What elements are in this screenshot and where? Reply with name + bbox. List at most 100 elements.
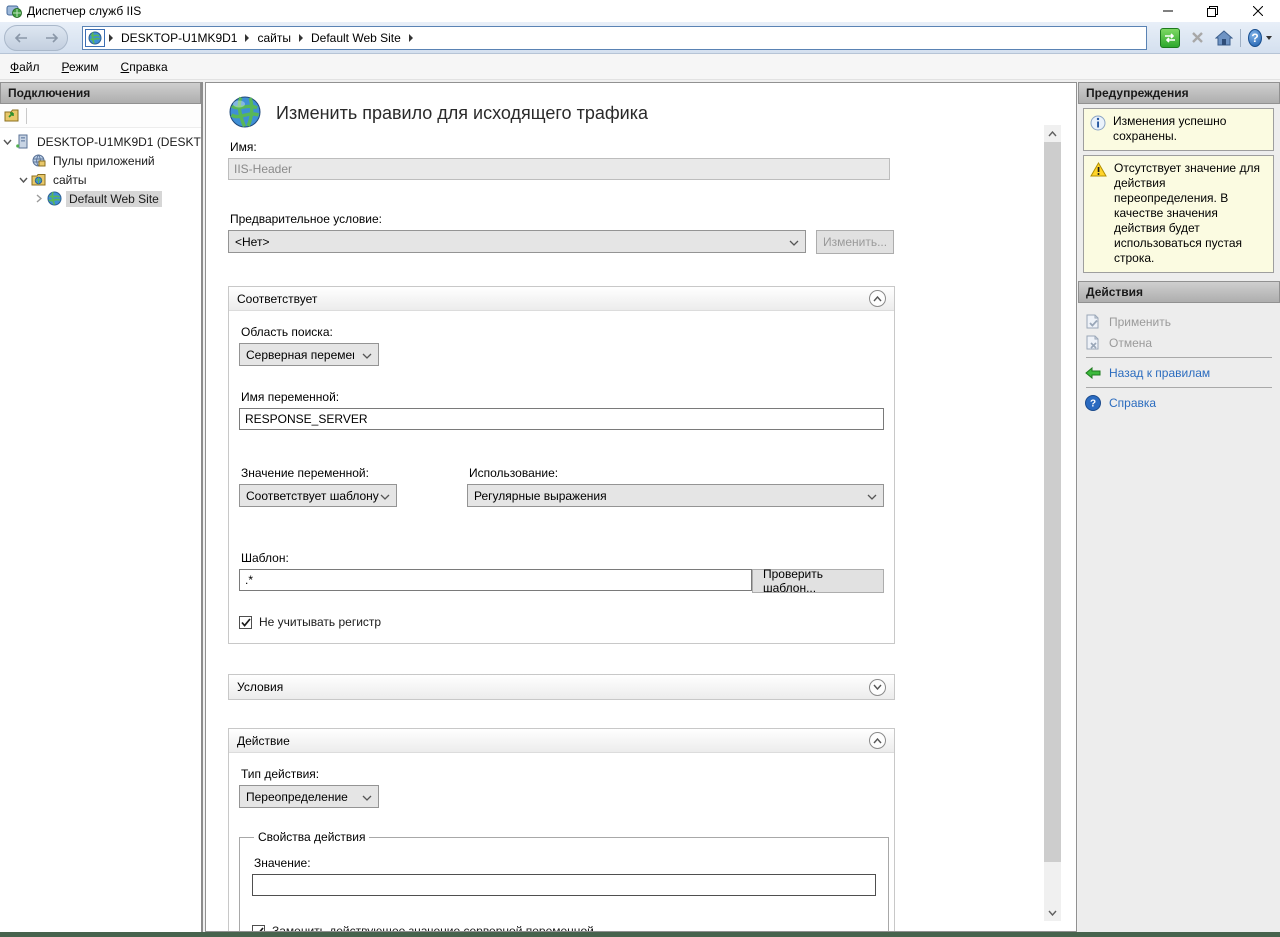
- tree-label-server[interactable]: DESKTOP-U1MK9D1 (DESKTOP: [34, 134, 201, 150]
- action-properties-legend: Свойства действия: [254, 830, 369, 844]
- info-alert: Изменения успешно сохранены.: [1083, 108, 1274, 151]
- tree-item-server[interactable]: DESKTOP-U1MK9D1 (DESKTOP: [0, 132, 201, 151]
- page-title: Изменить правило для исходящего трафика: [276, 103, 648, 124]
- tree-item-sites[interactable]: сайты: [0, 170, 201, 189]
- toolbar-separator: [1240, 29, 1241, 47]
- breadcrumb: DESKTOP-U1MK9D1 сайты Default Web Site: [82, 26, 1147, 50]
- refresh-icon: [1160, 28, 1180, 48]
- using-value: Регулярные выражения: [474, 489, 607, 503]
- actions-separator: [1086, 387, 1272, 388]
- breadcrumb-item-default-web-site[interactable]: Default Web Site: [307, 31, 405, 45]
- action-type-value: Переопределение: [246, 790, 348, 804]
- restore-button[interactable]: [1190, 0, 1235, 22]
- app-icon: [6, 3, 22, 19]
- cancel-label: Отмена: [1109, 336, 1152, 350]
- scope-value: Серверная переменн: [246, 348, 354, 362]
- pattern-input[interactable]: [239, 569, 752, 591]
- scrollbar-thumb[interactable]: [1044, 142, 1061, 862]
- conditions-section-title: Условия: [237, 680, 283, 694]
- breadcrumb-item-sites[interactable]: сайты: [253, 31, 295, 45]
- chevron-down-icon: [867, 489, 877, 503]
- server-icon: [14, 134, 30, 150]
- connections-toolbar: [0, 104, 201, 128]
- connections-panel: Подключения DESKTOP-U1MK9D1 (DESKTOP: [0, 82, 203, 932]
- close-button[interactable]: [1235, 0, 1280, 22]
- chevron-collapsed-icon[interactable]: [32, 194, 46, 203]
- breadcrumb-item-server[interactable]: DESKTOP-U1MK9D1: [117, 31, 241, 45]
- edit-precondition-button: Изменить...: [816, 230, 894, 254]
- refresh-button[interactable]: [1158, 27, 1182, 49]
- minimize-button[interactable]: [1145, 0, 1190, 22]
- variable-name-input[interactable]: [239, 408, 884, 430]
- precondition-value: <Нет>: [235, 235, 269, 249]
- vertical-scrollbar[interactable]: [1044, 125, 1061, 921]
- tree-label-app-pools[interactable]: Пулы приложений: [50, 153, 158, 169]
- expand-section-button[interactable]: [869, 679, 886, 696]
- back-to-rules-label: Назад к правилам: [1109, 366, 1210, 380]
- pattern-label: Шаблон:: [241, 551, 884, 565]
- scroll-down-icon[interactable]: [1044, 904, 1061, 921]
- variable-value-select[interactable]: Соответствует шаблону: [239, 484, 397, 507]
- actions-title: Действия: [1086, 285, 1143, 299]
- replace-checkbox[interactable]: [252, 925, 265, 933]
- match-section-title: Соответствует: [237, 292, 317, 306]
- scope-label: Область поиска:: [241, 325, 884, 339]
- connections-header: Подключения: [0, 82, 201, 104]
- breadcrumb-separator-icon[interactable]: [245, 34, 249, 42]
- info-icon: [1090, 115, 1106, 144]
- menu-view[interactable]: Режим: [62, 60, 99, 74]
- tree-label-default-web-site[interactable]: Default Web Site: [66, 191, 162, 207]
- help-link[interactable]: ? Справка: [1078, 392, 1280, 413]
- save-connection-icon[interactable]: [4, 108, 20, 123]
- collapse-section-button[interactable]: [869, 732, 886, 749]
- action-value-input[interactable]: [252, 874, 876, 896]
- match-section-header[interactable]: Соответствует: [229, 287, 894, 311]
- menu-help[interactable]: Справка: [121, 60, 168, 74]
- globe-icon[interactable]: [85, 29, 105, 47]
- conditions-section-header[interactable]: Условия: [229, 675, 894, 699]
- right-panel: Предупреждения Изменения успешно сохране…: [1078, 82, 1280, 932]
- ignore-case-row: Не учитывать регистр: [239, 615, 884, 629]
- variable-name-label: Имя переменной:: [241, 390, 884, 404]
- menu-file[interactable]: Файл: [10, 60, 40, 74]
- forward-icon[interactable]: [45, 33, 59, 43]
- match-section: Соответствует Область поиска: Серверная …: [228, 286, 895, 644]
- help-label: Справка: [1109, 396, 1156, 410]
- sites-folder-icon: [30, 172, 46, 188]
- help-button[interactable]: ?: [1248, 27, 1272, 49]
- action-type-select[interactable]: Переопределение: [239, 785, 379, 808]
- variable-value-value: Соответствует шаблону: [246, 489, 379, 503]
- chevron-expanded-icon[interactable]: [0, 139, 14, 145]
- action-value-label: Значение:: [254, 856, 876, 870]
- test-pattern-button[interactable]: Проверить шаблон...: [752, 569, 884, 593]
- alerts-header: Предупреждения: [1078, 82, 1280, 104]
- site-globe-icon: [46, 191, 62, 207]
- scroll-up-icon[interactable]: [1044, 125, 1061, 142]
- chevron-down-icon: [362, 790, 372, 804]
- precondition-select[interactable]: <Нет>: [228, 230, 806, 253]
- ignore-case-checkbox[interactable]: [239, 616, 252, 629]
- using-select[interactable]: Регулярные выражения: [467, 484, 884, 507]
- home-button[interactable]: [1212, 27, 1236, 49]
- action-section-header[interactable]: Действие: [229, 729, 894, 753]
- chevron-expanded-icon[interactable]: [16, 177, 30, 183]
- breadcrumb-separator-icon[interactable]: [299, 34, 303, 42]
- alerts-title: Предупреждения: [1086, 86, 1189, 100]
- nav-buttons: [4, 25, 68, 51]
- back-arrow-icon: [1085, 367, 1101, 379]
- help-icon: ?: [1085, 395, 1101, 411]
- breadcrumb-separator-icon[interactable]: [409, 34, 413, 42]
- tree-item-default-web-site[interactable]: Default Web Site: [0, 189, 201, 208]
- toolbar-separator: [26, 108, 27, 124]
- stop-button: [1185, 27, 1209, 49]
- warning-alert: Отсутствует значение для действия переоп…: [1083, 155, 1274, 273]
- tree-label-sites[interactable]: сайты: [50, 172, 90, 188]
- back-to-rules-link[interactable]: Назад к правилам: [1078, 362, 1280, 383]
- action-properties-group: Свойства действия Значение: Заменить дей…: [239, 830, 889, 932]
- back-icon[interactable]: [14, 33, 28, 43]
- tree-item-app-pools[interactable]: Пулы приложений: [0, 151, 201, 170]
- help-icon: ?: [1248, 29, 1262, 47]
- replace-row: Заменить действующее значение серверной …: [252, 924, 876, 932]
- scope-select[interactable]: Серверная переменн: [239, 343, 379, 366]
- collapse-section-button[interactable]: [869, 290, 886, 307]
